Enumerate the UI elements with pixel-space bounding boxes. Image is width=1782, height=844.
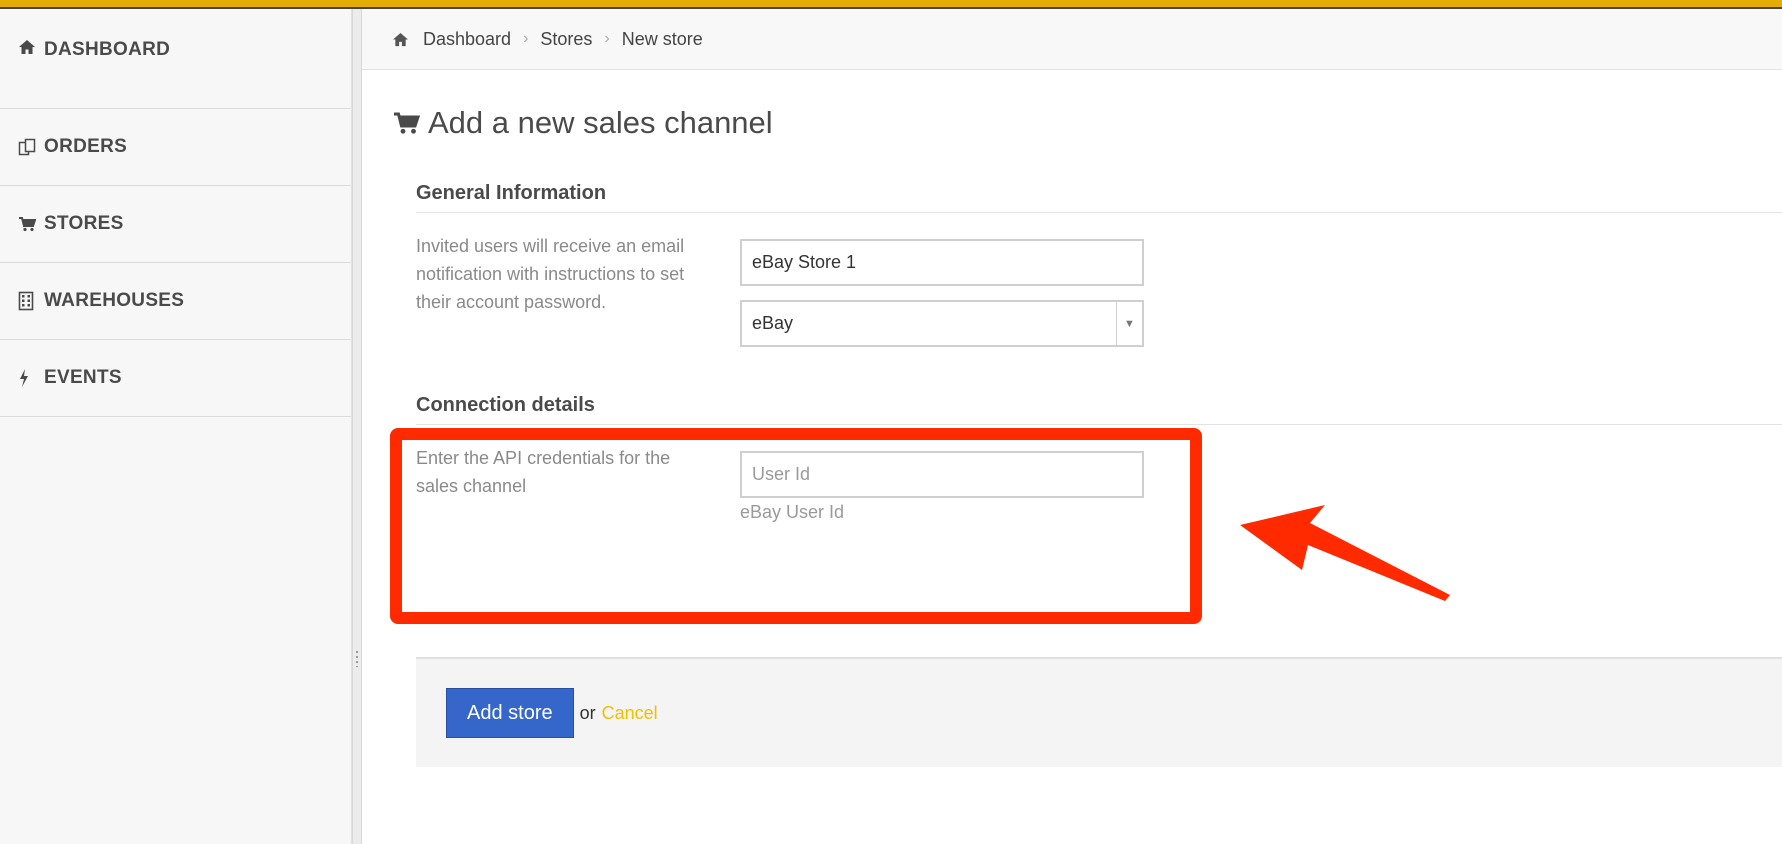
sidebar-item-label: WAREHOUSES: [44, 290, 185, 311]
main-content: Add a new sales channel General Informat…: [362, 70, 1782, 844]
bolt-icon: [18, 368, 44, 388]
sidebar-item-label: EVENTS: [44, 367, 122, 388]
chevron-right-icon: ›: [604, 30, 610, 47]
divider: [416, 424, 1782, 425]
chevron-right-icon: ›: [523, 30, 529, 47]
cart-icon: [18, 216, 44, 232]
sidebar-item-label: STORES: [44, 213, 124, 234]
home-icon: [18, 39, 44, 55]
top-accent-bar: [0, 0, 1782, 9]
orders-icon: [18, 138, 44, 157]
channel-select-value: eBay: [752, 313, 794, 333]
channel-select[interactable]: eBay ▼: [740, 300, 1144, 347]
sidebar-item-warehouses[interactable]: WAREHOUSES: [0, 263, 351, 340]
form-actions: Add store or Cancel: [416, 657, 1782, 767]
breadcrumb-new-store: New store: [621, 28, 703, 49]
grip-icon: [356, 651, 358, 667]
sidebar-item-orders[interactable]: ORDERS: [0, 109, 351, 186]
page-title: Add a new sales channel: [392, 105, 773, 141]
caret-down-icon: ▼: [1116, 302, 1142, 345]
cancel-link[interactable]: Cancel: [602, 703, 658, 724]
cart-icon: [392, 111, 420, 135]
annotation-arrow-icon: [1240, 505, 1450, 601]
general-section-title: General Information: [416, 182, 607, 204]
sidebar-item-events[interactable]: EVENTS: [0, 340, 351, 417]
home-icon[interactable]: [392, 32, 409, 47]
connection-section-title: Connection details: [416, 394, 595, 416]
building-icon: [18, 291, 44, 311]
sidebar-item-label: ORDERS: [44, 136, 128, 157]
breadcrumb-stores[interactable]: Stores: [540, 29, 592, 50]
or-text: or: [579, 702, 596, 723]
sidebar-item-label: DASHBOARD: [44, 39, 171, 60]
page-title-text: Add a new sales channel: [428, 105, 773, 140]
sidebar-resize-handle[interactable]: [352, 9, 362, 844]
sidebar: DASHBOARD ORDERS STORES WAREHOUSES EVENT…: [0, 9, 352, 844]
breadcrumb-dashboard[interactable]: Dashboard: [423, 29, 511, 50]
add-store-button[interactable]: Add store: [446, 688, 574, 738]
sidebar-item-dashboard[interactable]: DASHBOARD: [0, 9, 351, 109]
annotation-highlight-box: [390, 428, 1202, 624]
breadcrumb: Dashboard › Stores › New store: [362, 9, 1782, 70]
sidebar-item-stores[interactable]: STORES: [0, 186, 351, 263]
store-name-input[interactable]: [740, 239, 1144, 286]
divider: [416, 212, 1782, 213]
general-section-description: Invited users will receive an email noti…: [416, 236, 685, 312]
